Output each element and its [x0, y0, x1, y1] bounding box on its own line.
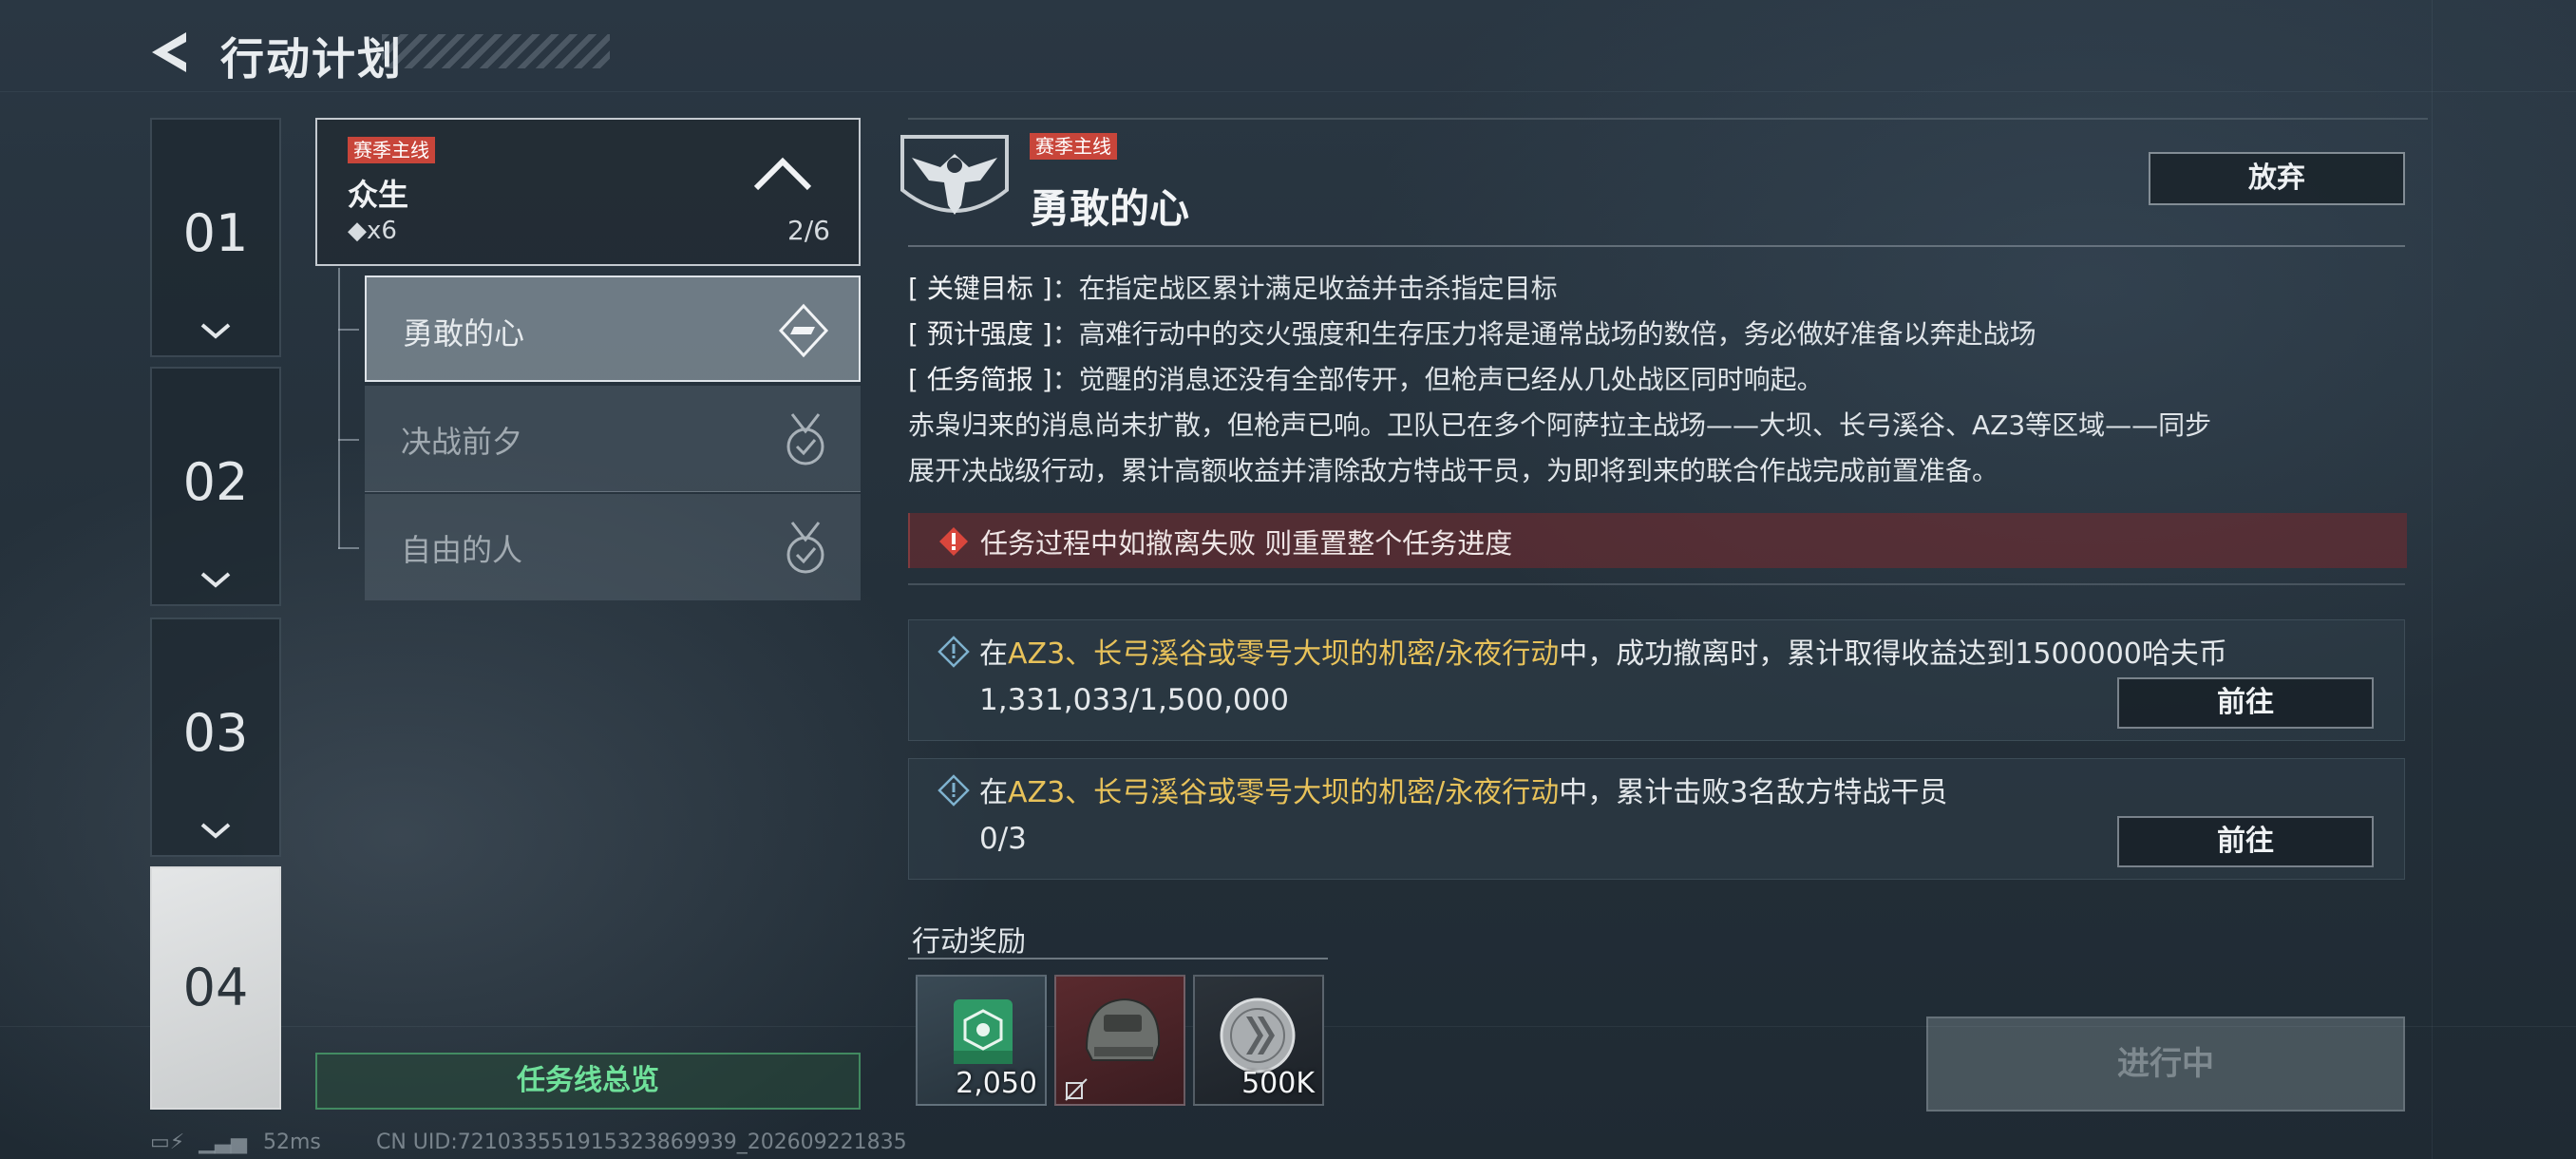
medal-check-icon — [786, 522, 824, 574]
task-progress: 1,331,033/1,500,000 — [979, 683, 1289, 717]
medal-check-icon — [786, 413, 824, 466]
chapter-number: 04 — [182, 958, 249, 1017]
task-progress: 0/3 — [979, 822, 1027, 856]
detail-title: 勇敢的心 — [1030, 185, 1190, 232]
in-progress-diamond-icon — [778, 303, 829, 358]
briefing-line: [ 任务简报 ]：觉醒的消息还没有全部传开，但枪声已经从几处战区同时响起。 — [908, 364, 1824, 395]
chapter-tab-03[interactable]: 03 — [150, 618, 281, 857]
mission-header-card[interactable]: 赛季主线 众生 ◆x6 2/6 — [315, 118, 861, 266]
mission-name: 众生 — [348, 177, 409, 213]
sub-mission-label: 决战前夕 — [401, 424, 523, 460]
task-description: 在AZ3、长弓溪谷或零号大坝的机密/永夜行动中，成功撤离时，累计取得收益达到15… — [979, 637, 2227, 671]
warning-banner: 任务过程中如撤离失败 则重置整个任务进度 — [908, 513, 2407, 568]
sub-mission-label: 勇敢的心 — [403, 315, 525, 352]
chapter-tab-01[interactable]: 01 — [150, 118, 281, 357]
story-line: 展开决战级行动，累计高额收益并清除敌方特战干员，为即将到来的联合作战完成前置准备… — [908, 455, 1999, 486]
sub-mission-free-man[interactable]: 自由的人 — [365, 494, 861, 600]
reward-slot[interactable]: 500K — [1193, 975, 1324, 1106]
chevron-down-icon — [200, 323, 231, 339]
mission-description: [ 关键目标 ]：在指定战区累计满足收益并击杀指定目标 [ 预计强度 ]：高难行… — [908, 266, 2409, 494]
task-item: 在AZ3、长弓溪谷或零号大坝的机密/永夜行动中，累计击败3名敌方特战干员 0/3… — [908, 758, 2405, 880]
warning-text: 任务过程中如撤离失败 则重置整个任务进度 — [980, 527, 1513, 560]
back-arrow-icon[interactable] — [148, 28, 190, 76]
reward-label: 行动奖励 — [912, 925, 1026, 959]
tactical-helmet-icon — [1085, 998, 1161, 1061]
season-main-tag: 赛季主线 — [1030, 133, 1117, 160]
key-objective-line: [ 关键目标 ]：在指定战区累计满足收益并击杀指定目标 — [908, 273, 1558, 304]
go-button[interactable]: 前往 — [2117, 816, 2374, 867]
task-item: 在AZ3、长弓溪谷或零号大坝的机密/永夜行动中，成功撤离时，累计取得收益达到15… — [908, 619, 2405, 741]
chapter-tab-04[interactable]: 04 — [150, 866, 281, 1110]
sub-mission-label: 自由的人 — [401, 532, 523, 568]
green-crate-icon — [954, 999, 1013, 1064]
chevron-up-icon[interactable] — [752, 154, 813, 192]
chapter-number: 03 — [182, 703, 249, 763]
chapter-number: 01 — [182, 203, 249, 263]
chevron-down-icon — [200, 823, 231, 839]
reward-slot[interactable]: 2,050 — [916, 975, 1047, 1106]
task-description: 在AZ3、长弓溪谷或零号大坝的机密/永夜行动中，累计击败3名敌方特战干员 — [979, 776, 1948, 809]
expected-intensity-line: [ 预计强度 ]：高难行动中的交火强度和生存压力将是通常战场的数倍，务必做好准备… — [908, 318, 2036, 350]
title-decoration — [382, 34, 610, 68]
chapter-number: 02 — [182, 452, 249, 512]
ping-value: 52ms — [263, 1130, 321, 1154]
battery-icon: ▭⚡ — [150, 1130, 185, 1154]
chapter-tab-02[interactable]: 02 — [150, 367, 281, 606]
eagle-emblem-icon — [900, 135, 1009, 215]
info-diamond-icon — [938, 636, 970, 668]
reward-slot[interactable] — [1054, 975, 1185, 1106]
mission-line-overview-button[interactable]: 任务线总览 — [315, 1053, 861, 1110]
story-line: 赤枭归来的消息尚未扩散，但枪声已响。卫队已在多个阿萨拉主战场——大坝、长弓溪谷、… — [908, 409, 2212, 441]
mission-progress: 2/6 — [786, 215, 830, 246]
mission-cost: ◆x6 — [348, 217, 397, 245]
page-title: 行动计划 — [220, 33, 403, 85]
reward-quantity: 500K — [1241, 1067, 1315, 1100]
user-uid: CN UID:721033551915323869939_20260922183… — [376, 1130, 907, 1154]
in-progress-button: 进行中 — [1926, 1016, 2405, 1112]
signal-icon: ▁▃▅ — [199, 1130, 247, 1154]
chevron-down-icon — [200, 572, 231, 588]
silver-coin-icon — [1220, 998, 1296, 1074]
status-bar: ▭⚡ ▁▃▅ 52ms — [150, 1130, 321, 1154]
abandon-button[interactable]: 放弃 — [2149, 152, 2405, 205]
go-button[interactable]: 前往 — [2117, 677, 2374, 729]
sub-mission-brave-heart[interactable]: 勇敢的心 — [365, 276, 861, 382]
reward-quantity: 2,050 — [956, 1067, 1037, 1100]
season-main-tag: 赛季主线 — [348, 137, 435, 163]
warning-diamond-icon — [939, 527, 968, 556]
untradeable-icon — [1065, 1078, 1088, 1101]
sub-mission-eve-of-battle[interactable]: 决战前夕 — [365, 386, 861, 492]
info-diamond-icon — [938, 774, 970, 807]
